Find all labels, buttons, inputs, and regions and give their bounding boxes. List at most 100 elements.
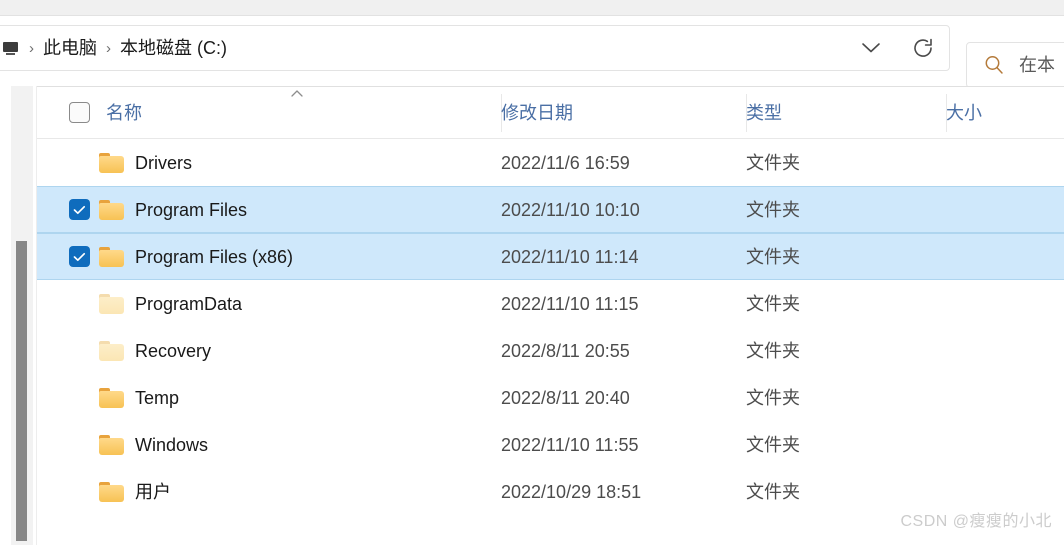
file-list: 名称 修改日期 类型 大小 Drivers 2022/11/6 16:59 文件夹 P… xyxy=(37,86,1064,545)
cell-date: 2022/8/11 20:55 xyxy=(501,327,746,374)
column-header-name-label: 名称 xyxy=(106,102,142,123)
table-row[interactable]: Windows 2022/11/10 11:55 文件夹 xyxy=(37,421,1064,468)
cell-size xyxy=(946,139,1064,186)
cell-date: 2022/10/29 18:51 xyxy=(501,468,746,515)
column-header-size[interactable]: 大小 xyxy=(946,86,1064,139)
file-type: 文件夹 xyxy=(746,246,800,267)
cell-date: 2022/11/10 11:15 xyxy=(501,280,746,327)
table-row[interactable]: Program Files (x86) 2022/11/10 11:14 文件夹 xyxy=(37,233,1064,280)
cell-date: 2022/11/10 11:14 xyxy=(501,233,746,280)
select-all-checkbox[interactable] xyxy=(69,102,90,123)
cell-type: 文件夹 xyxy=(746,280,946,327)
file-date: 2022/11/10 11:15 xyxy=(501,293,639,314)
cell-name[interactable]: Temp xyxy=(37,374,501,421)
refresh-icon[interactable] xyxy=(897,26,949,70)
file-type: 文件夹 xyxy=(746,293,800,314)
file-type: 文件夹 xyxy=(746,387,800,408)
file-type: 文件夹 xyxy=(746,340,800,361)
chevron-down-icon[interactable] xyxy=(845,26,897,70)
file-type: 文件夹 xyxy=(746,434,800,455)
file-name: Program Files (x86) xyxy=(135,246,294,267)
table-row[interactable]: Program Files 2022/11/10 10:10 文件夹 xyxy=(37,186,1064,233)
file-type: 文件夹 xyxy=(746,199,800,220)
cell-date: 2022/11/10 10:10 xyxy=(501,186,746,233)
table-row[interactable]: Temp 2022/8/11 20:40 文件夹 xyxy=(37,374,1064,421)
table-row[interactable]: Recovery 2022/8/11 20:55 文件夹 xyxy=(37,327,1064,374)
vertical-scrollbar[interactable] xyxy=(11,86,33,545)
file-date: 2022/10/29 18:51 xyxy=(501,481,642,502)
cell-type: 文件夹 xyxy=(746,374,946,421)
row-checkbox[interactable] xyxy=(69,246,90,267)
cell-size xyxy=(946,374,1064,421)
search-input[interactable]: 在本 xyxy=(966,42,1064,88)
column-header-row: 名称 修改日期 类型 大小 xyxy=(37,86,1064,139)
this-pc-icon xyxy=(3,41,18,55)
column-header-type[interactable]: 类型 xyxy=(746,86,946,139)
file-name: Program Files xyxy=(135,199,248,220)
file-explorer-window: › 此电脑 › 本地磁盘 (C:) 在本 名称 修改日期 类型 大小 Drive… xyxy=(0,0,1064,545)
cell-size xyxy=(946,327,1064,374)
cell-name[interactable]: Program Files (x86) xyxy=(37,233,501,280)
address-toolbar: › 此电脑 › 本地磁盘 (C:) 在本 xyxy=(0,17,1064,88)
folder-icon xyxy=(99,246,124,267)
folder-icon xyxy=(99,293,124,314)
file-date: 2022/8/11 20:40 xyxy=(501,387,630,408)
file-name: Recovery xyxy=(135,340,212,361)
file-rows: Drivers 2022/11/6 16:59 文件夹 Program Files 20… xyxy=(37,139,1064,515)
file-type: 文件夹 xyxy=(746,152,800,173)
folder-icon xyxy=(99,152,124,173)
file-name: Windows xyxy=(135,434,209,455)
file-name: Drivers xyxy=(135,152,192,173)
address-bar[interactable]: › 此电脑 › 本地磁盘 (C:) xyxy=(0,25,950,71)
file-date: 2022/11/10 10:10 xyxy=(501,199,640,220)
cell-type: 文件夹 xyxy=(746,186,946,233)
cell-size xyxy=(946,280,1064,327)
address-bar-actions xyxy=(845,26,949,70)
cell-name[interactable]: Drivers xyxy=(37,139,501,186)
column-header-type-label: 类型 xyxy=(746,102,782,123)
scrollbar-thumb[interactable] xyxy=(16,241,27,541)
file-type: 文件夹 xyxy=(746,481,800,502)
breadcrumb-item-local-disk-c[interactable]: 本地磁盘 (C:) xyxy=(120,39,227,57)
folder-icon xyxy=(99,199,124,220)
breadcrumb-separator-1: › xyxy=(106,39,111,57)
file-date: 2022/11/10 11:55 xyxy=(501,434,639,455)
breadcrumb: › 此电脑 › 本地磁盘 (C:) xyxy=(0,26,227,70)
cell-name[interactable]: ProgramData xyxy=(37,280,501,327)
cell-size xyxy=(946,186,1064,233)
file-name: ProgramData xyxy=(135,293,243,314)
column-header-date[interactable]: 修改日期 xyxy=(501,86,746,139)
folder-icon xyxy=(99,434,124,455)
cell-date: 2022/11/6 16:59 xyxy=(501,139,746,186)
row-checkbox[interactable] xyxy=(69,199,90,220)
file-name: 用户 xyxy=(135,481,171,502)
column-header-date-label: 修改日期 xyxy=(501,102,573,123)
cell-name[interactable]: 用户 xyxy=(37,468,501,515)
cell-name[interactable]: Program Files xyxy=(37,186,501,233)
column-header-size-label: 大小 xyxy=(946,102,982,123)
table-row[interactable]: ProgramData 2022/11/10 11:15 文件夹 xyxy=(37,280,1064,327)
breadcrumb-separator-0: › xyxy=(29,39,34,57)
cell-name[interactable]: Recovery xyxy=(37,327,501,374)
file-name: Temp xyxy=(135,387,180,408)
file-date: 2022/8/11 20:55 xyxy=(501,340,630,361)
folder-icon xyxy=(99,340,124,361)
cell-type: 文件夹 xyxy=(746,421,946,468)
cell-size xyxy=(946,421,1064,468)
column-header-name[interactable]: 名称 xyxy=(37,86,501,139)
cell-type: 文件夹 xyxy=(746,139,946,186)
watermark: CSDN @瘦瘦的小北 xyxy=(900,513,1052,530)
folder-icon xyxy=(99,481,124,502)
cell-date: 2022/11/10 11:55 xyxy=(501,421,746,468)
window-chrome-strip xyxy=(0,0,1064,16)
cell-type: 文件夹 xyxy=(746,327,946,374)
file-date: 2022/11/10 11:14 xyxy=(501,246,639,267)
file-date: 2022/11/6 16:59 xyxy=(501,152,630,173)
table-row[interactable]: Drivers 2022/11/6 16:59 文件夹 xyxy=(37,139,1064,186)
cell-type: 文件夹 xyxy=(746,233,946,280)
cell-name[interactable]: Windows xyxy=(37,421,501,468)
breadcrumb-item-this-pc[interactable]: 此电脑 xyxy=(43,39,97,57)
search-icon xyxy=(985,56,1003,74)
search-placeholder: 在本 xyxy=(1019,55,1055,75)
cell-size xyxy=(946,233,1064,280)
